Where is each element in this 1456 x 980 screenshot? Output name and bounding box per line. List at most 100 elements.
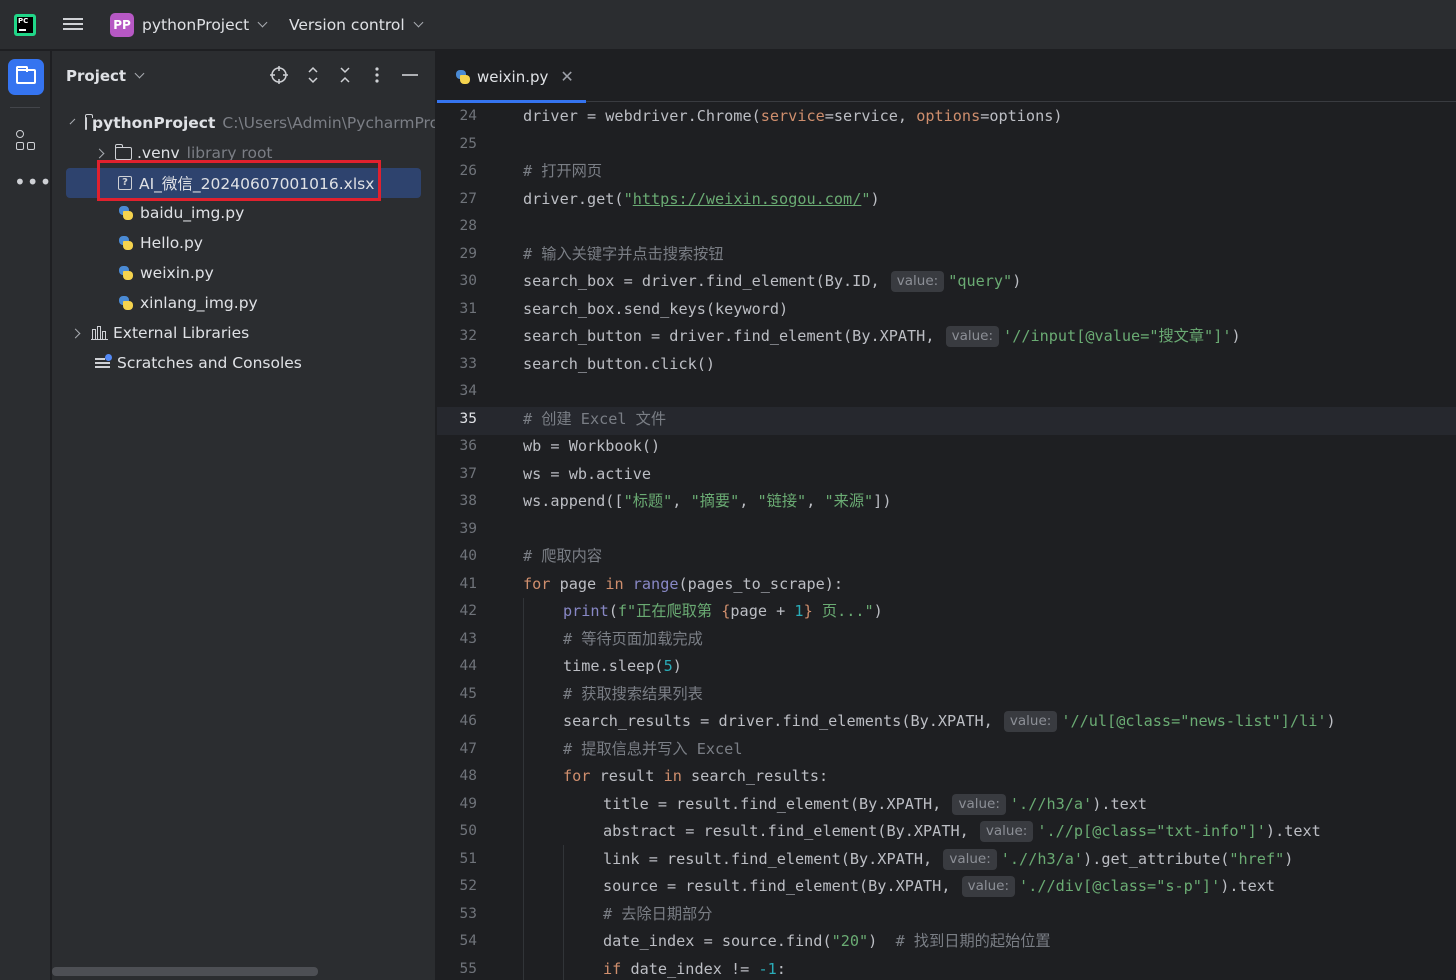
expand-all-icon[interactable] xyxy=(302,65,324,87)
line-number[interactable]: 53 xyxy=(437,901,477,929)
line-number[interactable]: 30 xyxy=(437,268,477,296)
code-line-27[interactable]: driver.get("https://weixin.sogou.com/") xyxy=(523,186,880,214)
url-link[interactable]: https://weixin.sogou.com/ xyxy=(633,190,862,208)
code-line-49[interactable]: title = result.find_element(By.XPATH, va… xyxy=(603,791,1147,819)
line-number[interactable]: 38 xyxy=(437,488,477,516)
line-number[interactable]: 37 xyxy=(437,461,477,489)
code-line-53[interactable]: # 去除日期部分 xyxy=(603,901,712,929)
chevron-down-icon[interactable] xyxy=(69,118,76,124)
line-number[interactable]: 41 xyxy=(437,571,477,599)
code-line-43[interactable]: # 等待页面加载完成 xyxy=(563,626,703,654)
code-line-37[interactable]: ws = wb.active xyxy=(523,461,651,489)
horizontal-scrollbar[interactable] xyxy=(52,967,318,976)
code-line-52[interactable]: source = result.find_element(By.XPATH, v… xyxy=(603,873,1275,901)
line-number[interactable]: 28 xyxy=(437,213,477,241)
pycharm-logo-icon[interactable]: PC xyxy=(14,14,36,36)
line-number[interactable]: 29 xyxy=(437,241,477,269)
code-line-55[interactable]: if date_index != -1: xyxy=(603,956,786,980)
code-line-50[interactable]: abstract = result.find_element(By.XPATH,… xyxy=(603,818,1321,846)
line-number[interactable]: 36 xyxy=(437,433,477,461)
options-kebab-icon[interactable] xyxy=(366,65,388,87)
line-number[interactable]: 40 xyxy=(437,543,477,571)
line-number[interactable]: 44 xyxy=(437,653,477,681)
tree-item-xinlang-img[interactable]: xinlang_img.py xyxy=(52,288,435,318)
chevron-right-icon[interactable] xyxy=(70,328,81,338)
line-number[interactable]: 50 xyxy=(437,818,477,846)
code-line-42[interactable]: print(f"正在爬取第 {page + 1} 页...") xyxy=(563,598,883,626)
tree-item-scratches[interactable]: Scratches and Consoles xyxy=(52,348,435,378)
project-switcher[interactable]: PP pythonProject xyxy=(110,12,268,38)
code-line-44[interactable]: time.sleep(5) xyxy=(563,653,682,681)
line-number[interactable]: 55 xyxy=(437,956,477,980)
code-line-45[interactable]: # 获取搜索结果列表 xyxy=(563,681,703,709)
code-line-47[interactable]: # 提取信息并写入 Excel xyxy=(563,736,742,764)
code-line-48[interactable]: for result in search_results: xyxy=(563,763,828,791)
inlay-hint: value: xyxy=(943,848,997,870)
line-number[interactable]: 45 xyxy=(437,681,477,709)
code-line-38[interactable]: ws.append(["标题", "摘要", "链接", "来源"]) xyxy=(523,488,891,516)
activity-bar-divider xyxy=(10,107,40,108)
code-line-35[interactable]: # 创建 Excel 文件 xyxy=(523,406,666,434)
code-line-40[interactable]: # 爬取内容 xyxy=(523,543,602,571)
line-number[interactable]: 48 xyxy=(437,763,477,791)
code-line-24[interactable]: driver = webdriver.Chrome(service=servic… xyxy=(523,103,1063,131)
code-line-36[interactable]: wb = Workbook() xyxy=(523,433,660,461)
chevron-down-icon xyxy=(134,68,145,79)
line-number[interactable]: 42 xyxy=(437,598,477,626)
code-line-26[interactable]: # 打开网页 xyxy=(523,158,602,186)
line-number[interactable]: 25 xyxy=(437,131,477,159)
python-file-icon xyxy=(118,265,134,281)
line-number[interactable]: 51 xyxy=(437,846,477,874)
root-name: pythonProject xyxy=(92,114,216,132)
code-line-31[interactable]: search_box.send_keys(keyword) xyxy=(523,296,788,324)
line-number[interactable]: 39 xyxy=(437,516,477,544)
locate-file-icon[interactable] xyxy=(268,65,290,87)
code-line-51[interactable]: link = result.find_element(By.XPATH, val… xyxy=(603,846,1293,874)
structure-tool-window-button[interactable] xyxy=(14,129,38,153)
line-number[interactable]: 52 xyxy=(437,873,477,901)
tree-item-hello[interactable]: Hello.py xyxy=(52,228,435,258)
line-number[interactable]: 43 xyxy=(437,626,477,654)
inlay-hint: value: xyxy=(1003,711,1058,732)
version-control-label: Version control xyxy=(289,16,405,34)
project-view-selector[interactable]: Project xyxy=(66,67,145,85)
hamburger-menu-icon[interactable] xyxy=(62,15,84,35)
project-tool-window-button[interactable] xyxy=(8,59,44,95)
library-icon xyxy=(91,326,108,340)
collapse-all-icon[interactable] xyxy=(334,65,356,87)
code-line-29[interactable]: # 输入关键字并点击搜索按钮 xyxy=(523,241,724,269)
line-number[interactable]: 31 xyxy=(437,296,477,324)
line-number[interactable]: 32 xyxy=(437,323,477,351)
hide-panel-icon[interactable] xyxy=(399,65,421,87)
editor-tab-bar: weixin.py ✕ xyxy=(437,51,1456,103)
tree-item-weixin[interactable]: weixin.py xyxy=(52,258,435,288)
line-number[interactable]: 47 xyxy=(437,736,477,764)
code-line-32[interactable]: search_button = driver.find_element(By.X… xyxy=(523,323,1241,351)
line-number[interactable]: 34 xyxy=(437,378,477,406)
tree-item-external-libraries[interactable]: External Libraries xyxy=(52,318,435,348)
code-line-33[interactable]: search_button.click() xyxy=(523,351,715,379)
inlay-hint: value: xyxy=(979,821,1034,842)
folder-icon xyxy=(16,66,36,84)
code-line-41[interactable]: for page in range(pages_to_scrape): xyxy=(523,571,843,599)
more-tool-windows-icon[interactable]: ••• xyxy=(14,172,51,192)
file-name: xinlang_img.py xyxy=(140,294,258,312)
line-number[interactable]: 24 xyxy=(437,103,477,131)
project-avatar: PP xyxy=(110,13,134,37)
code-line-30[interactable]: search_box = driver.find_element(By.ID, … xyxy=(523,268,1021,296)
code-line-46[interactable]: search_results = driver.find_elements(By… xyxy=(563,708,1336,736)
tab-weixin-py[interactable]: weixin.py ✕ xyxy=(437,51,586,103)
line-number[interactable]: 35 xyxy=(437,406,477,434)
code-line-54[interactable]: date_index = source.find("20") # 找到日期的起始… xyxy=(603,928,1051,956)
line-number[interactable]: 26 xyxy=(437,158,477,186)
line-number[interactable]: 27 xyxy=(437,186,477,214)
close-icon[interactable]: ✕ xyxy=(560,67,573,86)
line-number[interactable]: 49 xyxy=(437,791,477,819)
tree-item-root[interactable]: pythonProject C:\Users\Admin\PycharmPro xyxy=(52,108,435,138)
line-number[interactable]: 54 xyxy=(437,928,477,956)
tree-item-baidu-img[interactable]: baidu_img.py xyxy=(52,198,435,228)
line-number[interactable]: 33 xyxy=(437,351,477,379)
line-number[interactable]: 46 xyxy=(437,708,477,736)
version-control-menu[interactable]: Version control xyxy=(289,12,424,38)
chevron-right-icon[interactable] xyxy=(94,148,105,158)
